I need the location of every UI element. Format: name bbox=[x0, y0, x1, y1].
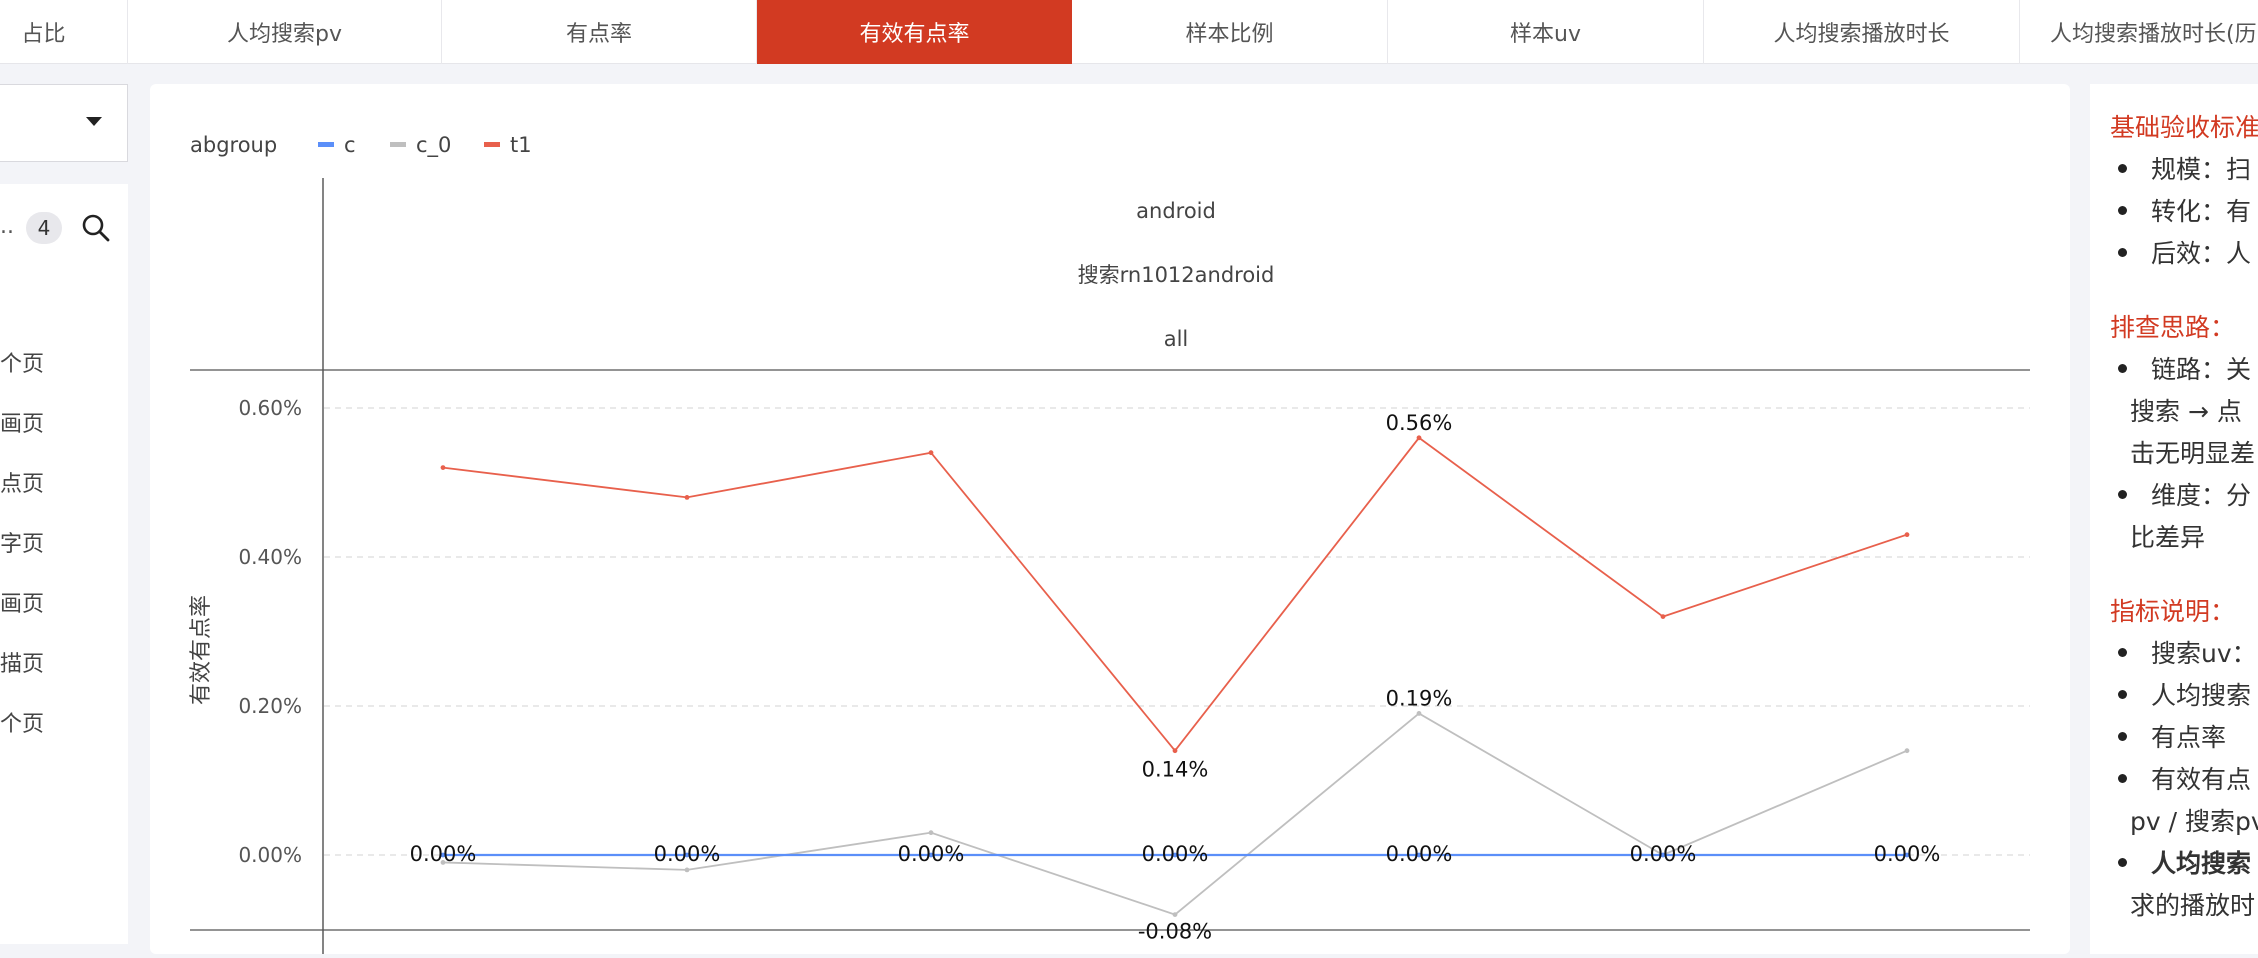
legend-label-c[interactable]: c bbox=[344, 133, 356, 157]
data-label-c: 0.00% bbox=[1630, 842, 1697, 866]
chevron-down-icon bbox=[86, 117, 102, 126]
data-label-c: 0.00% bbox=[898, 842, 965, 866]
list-item: 人均搜索 bbox=[2118, 676, 2251, 712]
nav-item[interactable]: 字页 bbox=[0, 526, 44, 558]
nav-item[interactable]: 描页 bbox=[0, 646, 44, 678]
nav-item[interactable]: 画页 bbox=[0, 586, 44, 618]
section-title-acceptance: 基础验收标准 bbox=[2110, 113, 2258, 142]
data-point-c_0[interactable] bbox=[1172, 912, 1178, 917]
metric-tab-bar: 占比 人均搜索pv 有点率 有效有点率 样本比例 样本uv 人均搜索播放时长 人… bbox=[0, 0, 2258, 64]
data-label-c: 0.00% bbox=[410, 842, 477, 866]
data-point-c_0[interactable] bbox=[928, 830, 934, 836]
list-item-continuation: 搜索 → 点 bbox=[2130, 397, 2242, 426]
notes-panel: 基础验收标准 规模：扫 转化：有 后效：人 排查思路： 链路：关 搜索 → 点 … bbox=[2090, 84, 2258, 954]
legend-swatch-c bbox=[318, 142, 334, 147]
nav-item[interactable]: 个页 bbox=[0, 346, 44, 378]
list-item: 后效：人 bbox=[2118, 234, 2251, 270]
legend-swatch-t1 bbox=[484, 142, 500, 147]
tab-sample-uv[interactable]: 样本uv bbox=[1388, 0, 1704, 64]
data-label-c: 0.00% bbox=[1386, 842, 1453, 866]
data-label-t1: 0.14% bbox=[1142, 758, 1209, 782]
data-point-t1[interactable] bbox=[440, 465, 446, 470]
section-title-troubleshooting: 排查思路： bbox=[2110, 313, 2236, 342]
series-line-c_0 bbox=[442, 712, 1908, 916]
tab-sample-ratio[interactable]: 样本比例 bbox=[1072, 0, 1388, 64]
y-ticks: 0.60% 0.40% 0.20% 0.00% bbox=[238, 396, 302, 867]
data-point-t1[interactable] bbox=[1172, 748, 1178, 754]
list-item: 链路：关 bbox=[2118, 350, 2251, 386]
list-item: 规模：扫 bbox=[2118, 150, 2251, 186]
series-line-t1 bbox=[442, 436, 1908, 753]
data-label-c_0: -0.08% bbox=[1138, 920, 1212, 944]
tab-click-rate[interactable]: 有点率 bbox=[442, 0, 757, 64]
line-chart: abgroup c c_0 t1 android 搜索rn1012android a… bbox=[189, 133, 2030, 954]
data-point-t1[interactable] bbox=[1904, 532, 1910, 538]
section-title-metrics: 指标说明： bbox=[2110, 597, 2236, 626]
list-item: 搜索uv： bbox=[2118, 634, 2257, 670]
data-point-c_0[interactable] bbox=[1416, 711, 1422, 716]
nav-item[interactable]: 画页 bbox=[0, 406, 44, 438]
list-item: 有点率 bbox=[2118, 718, 2226, 754]
list-item-continuation: 击无明显差 bbox=[2130, 439, 2256, 468]
dimension-dropdown[interactable] bbox=[0, 84, 128, 162]
y-tick-label: 0.00% bbox=[238, 843, 302, 867]
data-label-c: 0.00% bbox=[1142, 842, 1209, 866]
legend-label-c_0[interactable]: c_0 bbox=[416, 133, 451, 158]
list-item-continuation: 求的播放时 bbox=[2130, 891, 2256, 920]
data-point-t1[interactable] bbox=[928, 450, 934, 456]
tab-avg-play-duration[interactable]: 人均搜索播放时长 bbox=[1704, 0, 2020, 64]
data-point-t1[interactable] bbox=[1416, 435, 1422, 441]
gridlines bbox=[324, 407, 2030, 856]
tab-effective-click-rate[interactable]: 有效有点率 bbox=[757, 0, 1072, 64]
nav-item[interactable]: 点页 bbox=[0, 466, 44, 498]
truncated-text: .. bbox=[0, 214, 14, 239]
tab-share[interactable]: 占比 bbox=[0, 0, 128, 64]
data-label-c: 0.00% bbox=[654, 842, 721, 866]
facet-label-platform: android bbox=[1136, 199, 1216, 223]
y-tick-label: 0.40% bbox=[238, 545, 302, 569]
data-label-c: 0.00% bbox=[1874, 842, 1941, 866]
data-label-c_0: 0.19% bbox=[1386, 686, 1453, 710]
data-point-t1[interactable] bbox=[1660, 614, 1666, 619]
search-row: .. 4 bbox=[0, 210, 128, 250]
list-item: 转化：有 bbox=[2118, 192, 2251, 228]
data-point-c_0[interactable] bbox=[1904, 748, 1910, 754]
left-nav-panel: .. 4 个页 画页 点页 字页 画页 描页 个页 bbox=[0, 184, 128, 944]
search-icon[interactable] bbox=[80, 212, 112, 244]
y-tick-label: 0.60% bbox=[238, 396, 302, 420]
y-tick-label: 0.20% bbox=[238, 694, 302, 718]
filter-count-badge: 4 bbox=[26, 212, 62, 244]
data-point-t1[interactable] bbox=[684, 495, 690, 500]
y-axis-label: 有效有点率 bbox=[189, 595, 214, 705]
facet-label-experiment: 搜索rn1012android bbox=[1078, 263, 1275, 287]
chart-card: abgroup c c_0 t1 android 搜索rn1012android a… bbox=[150, 84, 2070, 954]
tab-avg-play-duration-hist[interactable]: 人均搜索播放时长(历 bbox=[2020, 0, 2258, 64]
data-label-t1: 0.56% bbox=[1386, 411, 1453, 435]
list-item: 人均搜索 bbox=[2118, 844, 2251, 880]
list-item-continuation: 比差异 bbox=[2130, 523, 2206, 552]
legend: c c_0 t1 bbox=[318, 133, 532, 158]
list-item: 维度：分 bbox=[2118, 476, 2251, 512]
legend-label-t1[interactable]: t1 bbox=[510, 133, 532, 157]
facet-label-scope: all bbox=[1164, 327, 1189, 351]
legend-title: abgroup bbox=[190, 133, 277, 157]
list-item: 有效有点 bbox=[2118, 760, 2251, 796]
legend-swatch-c_0 bbox=[390, 142, 406, 147]
data-point-c_0[interactable] bbox=[684, 867, 690, 873]
tab-avg-search-pv[interactable]: 人均搜索pv bbox=[128, 0, 442, 64]
list-item-continuation: pv / 搜索pv bbox=[2130, 807, 2258, 836]
nav-item[interactable]: 个页 bbox=[0, 706, 44, 738]
